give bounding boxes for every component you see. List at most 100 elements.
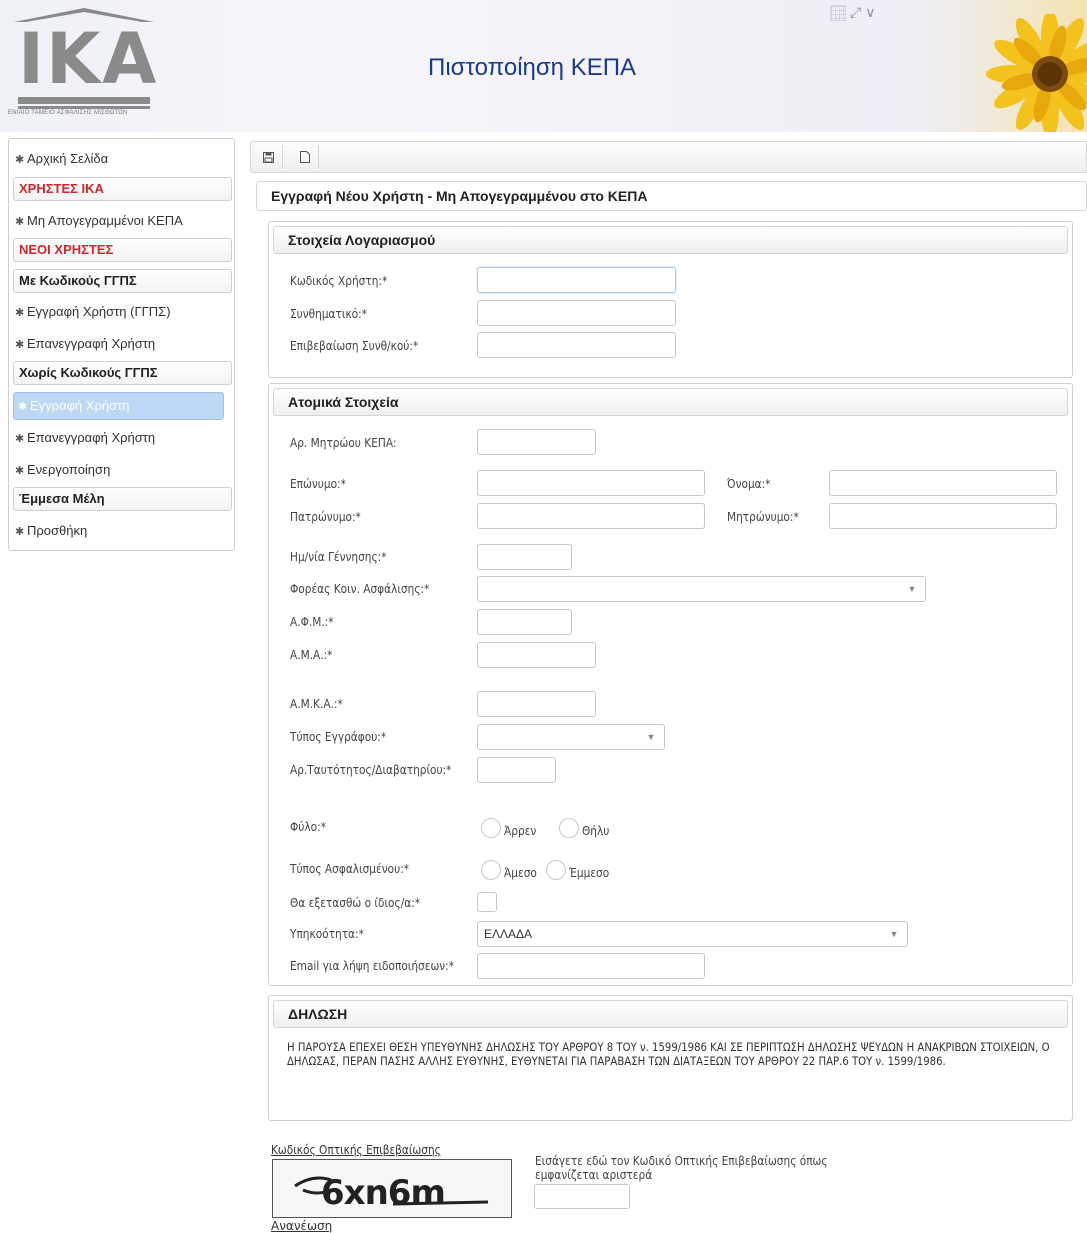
sidebar-item-label: Εγγραφή Χρήστη [30, 398, 130, 413]
first-name-label: Όνομα:* [727, 477, 771, 491]
document-type-label: Τύπος Εγγράφου:* [290, 730, 387, 744]
new-document-button[interactable] [291, 145, 319, 169]
amka-input[interactable] [477, 691, 596, 717]
sidebar-head-with-codes: Με Κωδικούς ΓΓΠΣ [13, 269, 232, 293]
sidebar-item-activation[interactable]: ✱ Ενεργοποίηση [15, 457, 110, 483]
sidebar-head-without-codes: Χωρίς Κωδικούς ΓΓΠΣ [13, 361, 232, 385]
chevron-down-icon[interactable]: ∨ [865, 4, 875, 21]
gear-icon: ✱ [15, 465, 25, 477]
sidebar-item-label: Προσθήκη [27, 523, 88, 538]
captcha-title: Κωδικός Οπτικής Επιβεβαίωσης [271, 1143, 441, 1157]
captcha-image: 6xn6m [272, 1159, 512, 1218]
sunflower-image [986, 14, 1087, 132]
citizenship-select[interactable]: ΕΛΛΑΔΑ ▼ [477, 921, 908, 947]
insured-indirect-radio[interactable] [546, 860, 566, 880]
father-name-label: Πατρώνυμο:* [290, 510, 361, 524]
insured-indirect-label: Έμμεσο [569, 866, 610, 880]
app-title: Πιστοποίηση ΚΕΠΑ [428, 54, 637, 81]
captcha-text: 6xn6m [321, 1173, 445, 1213]
birth-date-label: Ημ/νία Γέννησης:* [290, 550, 387, 564]
dropdown-arrow-icon: ▼ [907, 584, 917, 594]
gear-icon: ✱ [15, 154, 25, 166]
password-input[interactable] [477, 300, 676, 326]
password-label: Συνθηματικό:* [290, 307, 367, 321]
sidebar-item-register-user[interactable]: ✱ Εγγραφή Χρήστη [13, 392, 224, 420]
document-icon [299, 151, 310, 163]
ama-input[interactable] [477, 642, 596, 668]
ika-logo: IKA ΕΝΙΑΙΟ ΤΑΜΕΙΟ ΑΣΦΑΛΙΣΗΣ ΜΙΣΘΩΤΩΝ [8, 6, 156, 121]
save-icon [263, 151, 274, 163]
self-exam-checkbox[interactable] [477, 892, 497, 912]
insurer-select[interactable]: ▼ [477, 576, 926, 602]
gear-icon: ✱ [15, 526, 25, 538]
citizenship-value: ΕΛΛΑΔΑ [484, 927, 533, 941]
gear-icon: ✱ [15, 339, 25, 351]
sidebar-item-reregister-user[interactable]: ✱ Επανεγγραφή Χρήστη [15, 425, 155, 451]
sidebar-item-register-ggps[interactable]: ✱ Εγγραφή Χρήστη (ΓΓΠΣ) [15, 299, 171, 325]
gender-male-radio[interactable] [481, 818, 501, 838]
sidebar-head-new-users: ΝΕΟΙ ΧΡΗΣΤΕΣ [13, 238, 232, 262]
captcha-refresh-link[interactable]: Ανανέωση [271, 1219, 332, 1233]
mother-name-label: Μητρώνυμο:* [727, 510, 799, 524]
sidebar-nav: ✱ Αρχική Σελίδα ΧΡΗΣΤΕΣ ΙΚΑ ✱ Μη Απογεγραμ… [8, 138, 235, 551]
personal-section-head: Ατομικά Στοιχεία [273, 388, 1068, 416]
sidebar-item-unregistered[interactable]: ✱ Μη Απογεγραμμένοι ΚΕΠΑ [15, 208, 183, 234]
grid-icon[interactable] [830, 4, 846, 21]
self-exam-label: Θα εξετασθώ ο ίδιος/α:* [290, 896, 421, 910]
username-label: Κωδικός Χρήστη:* [290, 274, 388, 288]
afm-input[interactable] [477, 609, 572, 635]
gender-female-radio[interactable] [559, 818, 579, 838]
declaration-text: Η ΠΑΡΟΥΣΑ ΕΠΕΧΕΙ ΘΕΣΗ ΥΠΕΥΘΥΝΗΣ ΔΗΛΩΣΗΣ … [287, 1040, 1050, 1068]
gear-icon: ✱ [15, 307, 25, 319]
account-section: Στοιχεία Λογαριασμού Κωδικός Χρήστη:* Συ… [268, 221, 1073, 378]
document-type-select[interactable]: ▼ [477, 724, 665, 750]
kepa-number-input[interactable] [477, 429, 596, 455]
id-number-input[interactable] [477, 757, 556, 783]
email-input[interactable] [477, 953, 705, 979]
declaration-section-head: ΔΗΛΩΣΗ [273, 1000, 1068, 1028]
sidebar-item-label: Ενεργοποίηση [27, 462, 111, 477]
gear-icon: ✱ [15, 216, 25, 228]
gender-label: Φύλο:* [290, 820, 326, 834]
sidebar-item-label: Επανεγγραφή Χρήστη [27, 336, 156, 351]
sidebar-item-label: Επανεγγραφή Χρήστη [27, 430, 156, 445]
logo-caption: ΕΝΙΑΙΟ ΤΑΜΕΙΟ ΑΣΦΑΛΙΣΗΣ ΜΙΣΘΩΤΩΝ [8, 110, 128, 116]
window-controls: ⤢ ∨ [830, 4, 875, 21]
save-button[interactable] [255, 145, 283, 169]
first-name-input[interactable] [829, 470, 1057, 496]
page-header: IKA ΕΝΙΑΙΟ ΤΑΜΕΙΟ ΑΣΦΑΛΙΣΗΣ ΜΙΣΘΩΤΩΝ Πισ… [0, 0, 1087, 132]
logo-bar [18, 97, 150, 104]
gear-icon: ✱ [18, 401, 28, 413]
birth-date-input[interactable] [477, 544, 572, 570]
sidebar-head-ika-users: ΧΡΗΣΤΕΣ ΙΚΑ [13, 177, 232, 201]
sidebar-item-label: Αρχική Σελίδα [27, 151, 109, 166]
expand-icon[interactable]: ⤢ [850, 4, 861, 21]
sidebar-item-label: Εγγραφή Χρήστη (ΓΓΠΣ) [27, 304, 171, 319]
insured-direct-radio[interactable] [481, 860, 501, 880]
sidebar-item-home[interactable]: ✱ Αρχική Σελίδα [15, 146, 108, 172]
father-name-input[interactable] [477, 503, 705, 529]
surname-input[interactable] [477, 470, 705, 496]
sidebar-item-add[interactable]: ✱ Προσθήκη [15, 518, 87, 544]
confirm-password-input[interactable] [477, 332, 676, 358]
gear-icon: ✱ [15, 433, 25, 445]
account-section-head: Στοιχεία Λογαριασμού [273, 226, 1068, 254]
declaration-section: ΔΗΛΩΣΗ Η ΠΑΡΟΥΣΑ ΕΠΕΧΕΙ ΘΕΣΗ ΥΠΕΥΘΥΝΗΣ Δ… [268, 995, 1073, 1121]
captcha-graphic: 6xn6m [294, 1173, 489, 1213]
gender-male-label: Άρρεν [504, 824, 537, 838]
insured-type-label: Τύπος Ασφαλισμένου:* [290, 862, 410, 876]
logo-bar-thin [18, 106, 150, 109]
dropdown-arrow-icon: ▼ [646, 732, 656, 742]
sidebar-item-label: Μη Απογεγραμμένοι ΚΕΠΑ [27, 213, 183, 228]
captcha-input[interactable] [534, 1184, 630, 1209]
surname-label: Επώνυμο:* [290, 477, 346, 491]
page-title: Εγγραφή Νέου Χρήστη - Μη Απογεγραμμένου … [256, 181, 1087, 211]
amka-label: Α.Μ.Κ.Α.:* [290, 697, 343, 711]
sidebar-item-reregister-ggps[interactable]: ✱ Επανεγγραφή Χρήστη [15, 331, 155, 357]
dropdown-arrow-icon: ▼ [889, 929, 899, 939]
insured-direct-label: Άμεσο [504, 866, 537, 880]
username-input[interactable] [477, 267, 676, 293]
mother-name-input[interactable] [829, 503, 1057, 529]
afm-label: Α.Φ.Μ.:* [290, 615, 334, 629]
logo-text: IKA [18, 18, 159, 100]
